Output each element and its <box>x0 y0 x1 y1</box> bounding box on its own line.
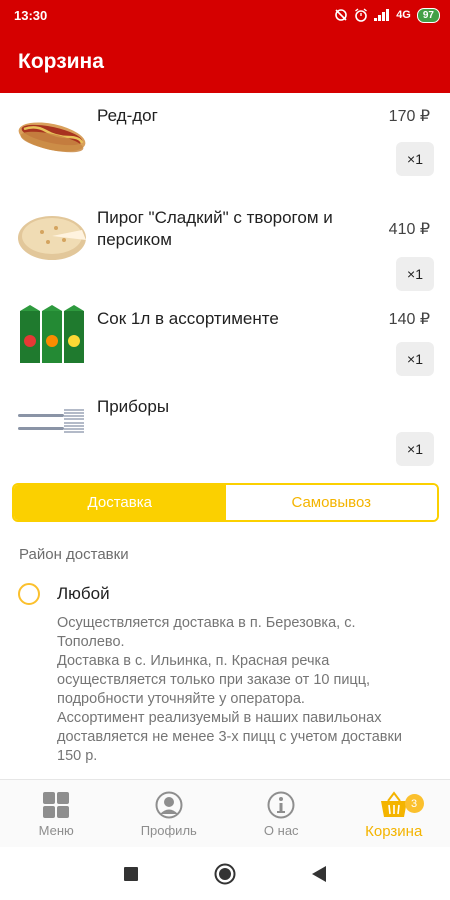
nav-item-menu[interactable]: Меню <box>0 780 113 847</box>
district-section-label: Район доставки <box>19 546 129 563</box>
alarm-icon <box>354 8 368 22</box>
cutlery-image <box>16 405 88 465</box>
back-button[interactable] <box>307 862 331 886</box>
item-price: 410 ₽ <box>388 221 430 238</box>
district-option-label[interactable]: Любой <box>57 584 110 604</box>
quantity-button[interactable]: ×1 <box>396 257 434 291</box>
signal-icon <box>374 9 390 21</box>
quantity-button[interactable]: ×1 <box>396 342 434 376</box>
item-name: Ред-дог <box>97 106 158 125</box>
tab-pickup[interactable]: Самовывоз <box>225 485 437 520</box>
network-type: 4G <box>396 9 411 21</box>
item-name: Приборы <box>97 397 170 416</box>
nav-item-profile[interactable]: Профиль <box>113 780 226 847</box>
bottom-nav: Меню Профиль О нас 3 Корзина <box>0 779 450 847</box>
hot-dog-image <box>16 107 88 167</box>
status-icons: 4G 97 <box>334 7 440 23</box>
nav-label: Корзина <box>365 823 423 840</box>
recent-apps-button[interactable] <box>119 862 143 886</box>
nav-item-cart[interactable]: 3 Корзина <box>338 780 450 847</box>
tab-delivery[interactable]: Доставка <box>14 485 226 520</box>
cart-item[interactable]: Приборы ×1 <box>0 387 450 473</box>
pie-image <box>16 206 88 266</box>
profile-icon <box>154 790 184 820</box>
district-description: Осуществляется доставка в п. Березовка, … <box>57 615 402 764</box>
nav-label: Профиль <box>140 823 197 838</box>
grid-menu-icon <box>41 790 71 820</box>
quantity-button[interactable]: ×1 <box>396 432 434 466</box>
cart-count-badge: 3 <box>404 794 424 813</box>
nav-item-about[interactable]: О нас <box>225 780 338 847</box>
district-radio[interactable] <box>18 583 40 605</box>
cart-item[interactable]: Ред-дог 170 ₽ ×1 <box>0 93 450 198</box>
sync-off-icon <box>334 8 348 22</box>
status-time: 13:30 <box>14 7 48 23</box>
cart-item[interactable]: Сок 1л в ассортименте 140 ₽ ×1 <box>0 295 450 387</box>
cart-item[interactable]: Пирог "Сладкий" с творогом и персиком 41… <box>0 198 450 295</box>
info-icon <box>266 790 296 820</box>
juice-image <box>16 303 88 363</box>
battery-icon: 97 <box>416 7 440 23</box>
quantity-button[interactable]: ×1 <box>396 142 434 176</box>
page-title: Корзина <box>18 49 104 73</box>
item-name: Пирог "Сладкий" с творогом и персиком <box>97 208 333 249</box>
delivery-method-toggle: Доставка Самовывоз <box>12 483 439 522</box>
item-name: Сок 1л в ассортименте <box>97 309 279 328</box>
status-bar: 13:30 4G 97 <box>0 0 450 30</box>
home-button[interactable] <box>213 862 237 886</box>
system-nav-bar <box>0 847 450 900</box>
item-price: 170 ₽ <box>388 108 430 125</box>
nav-label: Меню <box>38 823 74 838</box>
nav-label: О нас <box>263 823 299 838</box>
app-bar: Корзина <box>0 30 450 93</box>
item-price: 140 ₽ <box>388 311 430 328</box>
